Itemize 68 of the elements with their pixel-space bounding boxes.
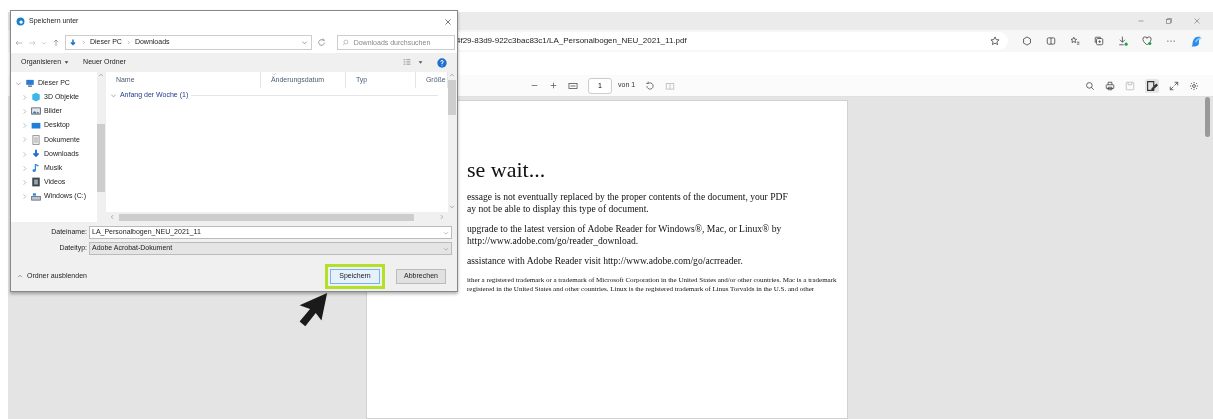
star-icon[interactable] (990, 36, 1000, 46)
zoom-in-icon[interactable] (549, 81, 558, 90)
favorites-icon[interactable] (1070, 36, 1080, 46)
breadcrumb-chevron-icon (125, 40, 131, 45)
search-icon[interactable] (1085, 80, 1095, 91)
scrollbar[interactable] (96, 72, 106, 222)
help-icon[interactable] (437, 57, 447, 68)
caret-icon[interactable] (418, 60, 423, 65)
fit-page-icon[interactable] (568, 80, 578, 91)
hexagon-icon[interactable] (1022, 36, 1032, 46)
film-icon (31, 177, 41, 188)
scroll-up-icon[interactable] (98, 72, 105, 78)
restore-icon[interactable] (1165, 17, 1173, 25)
monitor-icon (31, 120, 41, 131)
cube-icon (31, 92, 41, 103)
body-text-line: http://www.adobe.com/go/reader_download. (467, 235, 639, 247)
forward-arrow-icon[interactable] (28, 38, 36, 47)
download-icon (69, 38, 77, 47)
dropdown-caret-icon (443, 229, 449, 236)
scrollbar-thumb[interactable] (118, 213, 414, 221)
collections-icon[interactable] (1094, 36, 1104, 46)
download-icon[interactable] (1118, 36, 1128, 46)
collapse-chevron-icon[interactable] (109, 91, 117, 99)
fullscreen-icon[interactable] (1169, 80, 1179, 91)
up-arrow-icon[interactable] (52, 38, 60, 47)
caret-icon (64, 60, 70, 65)
split-screen-icon[interactable] (1046, 36, 1056, 46)
dropdown-caret-icon (443, 245, 449, 252)
scrollbar[interactable] (447, 72, 457, 222)
close-icon[interactable] (1193, 17, 1201, 25)
scrollbar-thumb[interactable] (448, 80, 457, 115)
draw-icon[interactable] (1145, 78, 1159, 93)
collapse-chevron-icon[interactable] (15, 79, 22, 87)
collapse-caret-icon (17, 273, 23, 279)
download-icon (31, 149, 41, 160)
scrollbar[interactable] (1205, 97, 1210, 137)
drive-icon (31, 191, 41, 202)
scroll-left-icon[interactable] (108, 214, 115, 220)
breadcrumb-chevron-icon (81, 40, 86, 45)
recent-caret-icon[interactable] (41, 39, 47, 46)
music-note-icon (31, 163, 41, 174)
picture-icon (31, 106, 41, 117)
dropdown-caret-icon[interactable] (300, 39, 308, 46)
body-text-line: essage is not eventually replaced by the proper contents of the document, your PDF (467, 191, 788, 203)
minimize-icon[interactable] (1137, 17, 1145, 25)
document-icon (31, 134, 41, 145)
heart-pulse-icon[interactable] (1142, 36, 1152, 46)
computer-icon (25, 78, 35, 89)
browser-logo-icon (16, 17, 25, 26)
save-icon[interactable] (1125, 80, 1135, 91)
settings-icon[interactable] (1189, 80, 1199, 91)
print-icon[interactable] (1105, 80, 1115, 91)
sort-caret-icon (270, 72, 277, 77)
body-text-line: upgrade to the latest version of Adobe Reader for Windows®, Mac, or Linux® by (467, 223, 782, 235)
view-options-icon[interactable] (402, 58, 412, 67)
body-text-line: ay not be able to display this type of document. (467, 203, 649, 215)
back-arrow-icon[interactable] (15, 38, 23, 47)
close-icon[interactable] (444, 17, 452, 26)
scrollbar-thumb[interactable] (97, 124, 106, 192)
refresh-icon[interactable] (316, 38, 326, 47)
scroll-up-icon[interactable] (449, 72, 456, 78)
body-text-line: assistance with Adobe Reader visit http://www.adobe.com/go/acrreader. (467, 255, 743, 267)
rotate-icon[interactable] (645, 80, 656, 91)
assistant-logo-icon[interactable] (1190, 34, 1203, 48)
scroll-down-icon[interactable] (449, 204, 456, 210)
scroll-right-icon[interactable] (438, 214, 445, 220)
page-view-icon[interactable] (665, 80, 676, 91)
page-heading: se wait... (467, 157, 546, 183)
